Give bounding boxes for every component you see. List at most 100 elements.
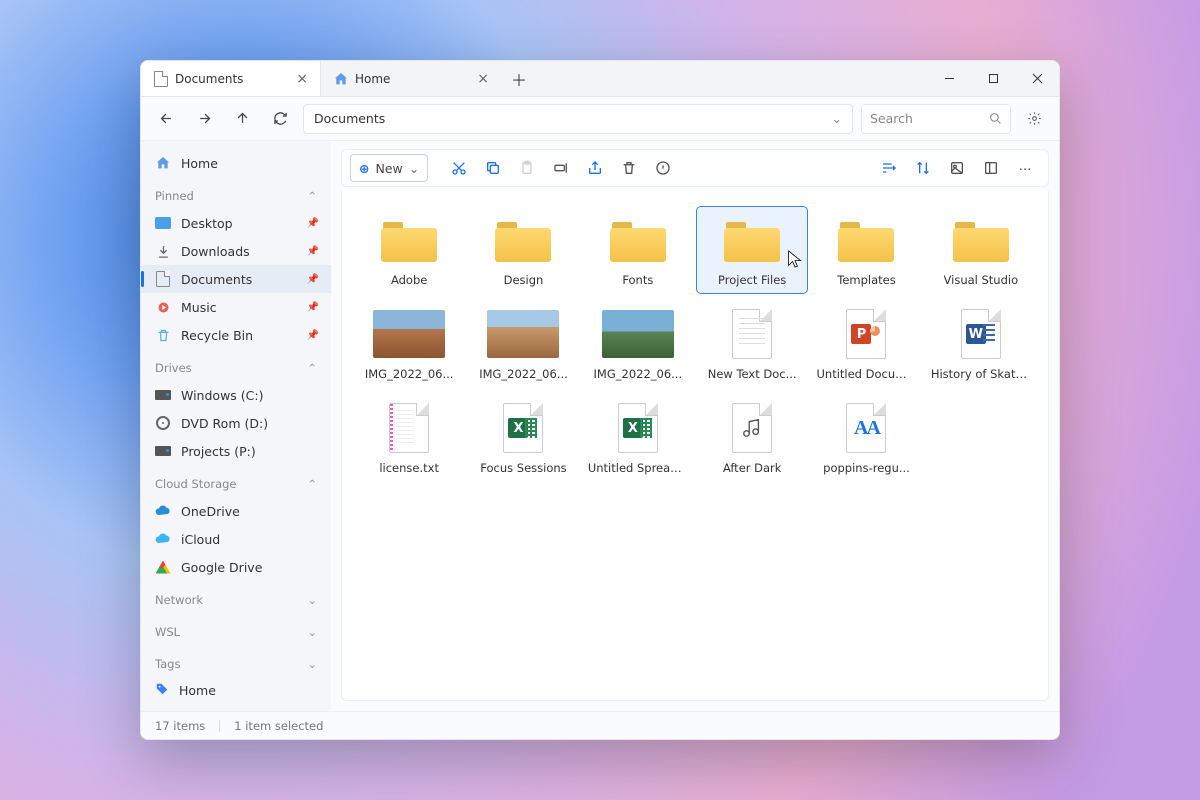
file-label: Visual Studio [944, 273, 1019, 287]
copy-button[interactable] [478, 154, 508, 182]
file-thumbnail [602, 213, 674, 267]
file-thumbnail [487, 213, 559, 267]
file-label: New Text Doc... [708, 367, 797, 381]
tab-documents[interactable]: Documents × [141, 61, 321, 96]
file-item[interactable]: WHistory of Skate... [926, 301, 1036, 387]
chevron-up-icon: ⌃ [307, 361, 317, 375]
layout-button[interactable] [976, 154, 1006, 182]
home-icon [333, 71, 349, 87]
file-thumbnail: X [602, 401, 674, 455]
file-label: Project Files [718, 273, 786, 287]
sidebar-gdrive[interactable]: Google Drive [141, 553, 331, 581]
address-bar[interactable]: Documents ⌄ [303, 104, 853, 134]
section-label: Drives [155, 361, 192, 375]
pin-icon[interactable]: 📌 [307, 218, 319, 229]
chevron-up-icon: ⌃ [307, 189, 317, 203]
file-item[interactable]: PUntitled Docum... [811, 301, 921, 387]
sidebar-documents[interactable]: Documents 📌 [141, 265, 331, 293]
file-item[interactable]: IMG_2022_06... [468, 301, 578, 387]
file-thumbnail [716, 213, 788, 267]
forward-button[interactable] [189, 104, 219, 134]
file-item[interactable]: license.txt [354, 395, 464, 481]
sidebar-music[interactable]: Music 📌 [141, 293, 331, 321]
file-item[interactable]: AApoppins-regu... [811, 395, 921, 481]
delete-button[interactable] [614, 154, 644, 182]
properties-button[interactable] [648, 154, 678, 182]
view-button[interactable] [942, 154, 972, 182]
chevron-down-icon[interactable]: ⌄ [832, 111, 842, 126]
search-input[interactable]: Search [861, 104, 1011, 134]
sidebar-drive-c[interactable]: Windows (C:) [141, 381, 331, 409]
sidebar-label: Home [179, 683, 216, 698]
file-item[interactable]: New Text Doc... [697, 301, 807, 387]
file-label: Templates [837, 273, 895, 287]
file-item[interactable]: Fonts [583, 207, 693, 293]
sidebar-tag-home[interactable]: Home [141, 677, 331, 703]
chevron-up-icon: ⌃ [307, 477, 317, 491]
maximize-button[interactable] [971, 61, 1015, 96]
file-item[interactable]: Adobe [354, 207, 464, 293]
file-item[interactable]: XFocus Sessions [468, 395, 578, 481]
chevron-down-icon: ⌄ [409, 161, 419, 176]
sidebar-drive-p[interactable]: Projects (P:) [141, 437, 331, 465]
sidebar-recycle-bin[interactable]: Recycle Bin 📌 [141, 321, 331, 349]
sidebar-home[interactable]: Home [141, 149, 331, 177]
cut-button[interactable] [444, 154, 474, 182]
file-item[interactable]: Templates [811, 207, 921, 293]
pin-icon[interactable]: 📌 [307, 274, 319, 285]
group-button[interactable] [908, 154, 938, 182]
sidebar: Home Pinned ⌃ Desktop 📌 Downloads 📌 Docu… [141, 141, 331, 711]
close-tab-icon[interactable]: × [296, 71, 308, 87]
pin-icon[interactable]: 📌 [307, 246, 319, 257]
file-grid[interactable]: AdobeDesignFonts Project Files Templates Vi… [341, 191, 1049, 701]
file-item[interactable]: IMG_2022_06... [354, 301, 464, 387]
trash-icon [155, 327, 171, 343]
sidebar-label: Google Drive [181, 560, 262, 575]
file-thumbnail [830, 213, 902, 267]
sidebar-onedrive[interactable]: OneDrive [141, 497, 331, 525]
more-button[interactable]: ⋯ [1010, 154, 1040, 182]
refresh-button[interactable] [265, 104, 295, 134]
new-button[interactable]: ⊕ New ⌄ [350, 154, 428, 182]
sidebar-downloads[interactable]: Downloads 📌 [141, 237, 331, 265]
section-tags[interactable]: Tags ⌄ [141, 651, 331, 677]
section-label: WSL [155, 625, 180, 639]
section-network[interactable]: Network ⌄ [141, 587, 331, 613]
chevron-down-icon: ⌄ [307, 593, 317, 607]
file-item[interactable]: Project Files [697, 207, 807, 293]
paste-button[interactable] [512, 154, 542, 182]
tab-label: Home [355, 72, 390, 86]
sort-button[interactable] [874, 154, 904, 182]
sidebar-icloud[interactable]: iCloud [141, 525, 331, 553]
new-tab-button[interactable]: ＋ [501, 61, 537, 96]
file-item[interactable]: IMG_2022_06... [583, 301, 693, 387]
section-pinned[interactable]: Pinned ⌃ [141, 183, 331, 209]
file-item[interactable]: XUntitled Spreads... [583, 395, 693, 481]
section-cloud[interactable]: Cloud Storage ⌃ [141, 471, 331, 497]
sidebar-drive-d[interactable]: DVD Rom (D:) [141, 409, 331, 437]
close-window-button[interactable] [1015, 61, 1059, 96]
share-button[interactable] [580, 154, 610, 182]
pin-icon[interactable]: 📌 [307, 330, 319, 341]
close-tab-icon[interactable]: × [477, 71, 489, 87]
sidebar-desktop[interactable]: Desktop 📌 [141, 209, 331, 237]
back-button[interactable] [151, 104, 181, 134]
plus-icon: ⊕ [359, 161, 369, 176]
section-wsl[interactable]: WSL ⌄ [141, 619, 331, 645]
file-label: license.txt [379, 461, 439, 475]
status-selected: 1 item selected [234, 719, 323, 733]
file-item[interactable]: Design [468, 207, 578, 293]
minimize-button[interactable] [927, 61, 971, 96]
pin-icon[interactable]: 📌 [307, 302, 319, 313]
file-item[interactable]: After Dark [697, 395, 807, 481]
main-area: ⊕ New ⌄ ⋯ [331, 141, 1059, 711]
file-item[interactable]: Visual Studio [926, 207, 1036, 293]
up-button[interactable] [227, 104, 257, 134]
tab-home[interactable]: Home × [321, 61, 501, 96]
section-drives[interactable]: Drives ⌃ [141, 355, 331, 381]
sidebar-label: Documents [181, 272, 252, 287]
settings-button[interactable] [1019, 104, 1049, 134]
gdrive-icon [155, 559, 171, 575]
cloud-icon [155, 531, 171, 547]
rename-button[interactable] [546, 154, 576, 182]
